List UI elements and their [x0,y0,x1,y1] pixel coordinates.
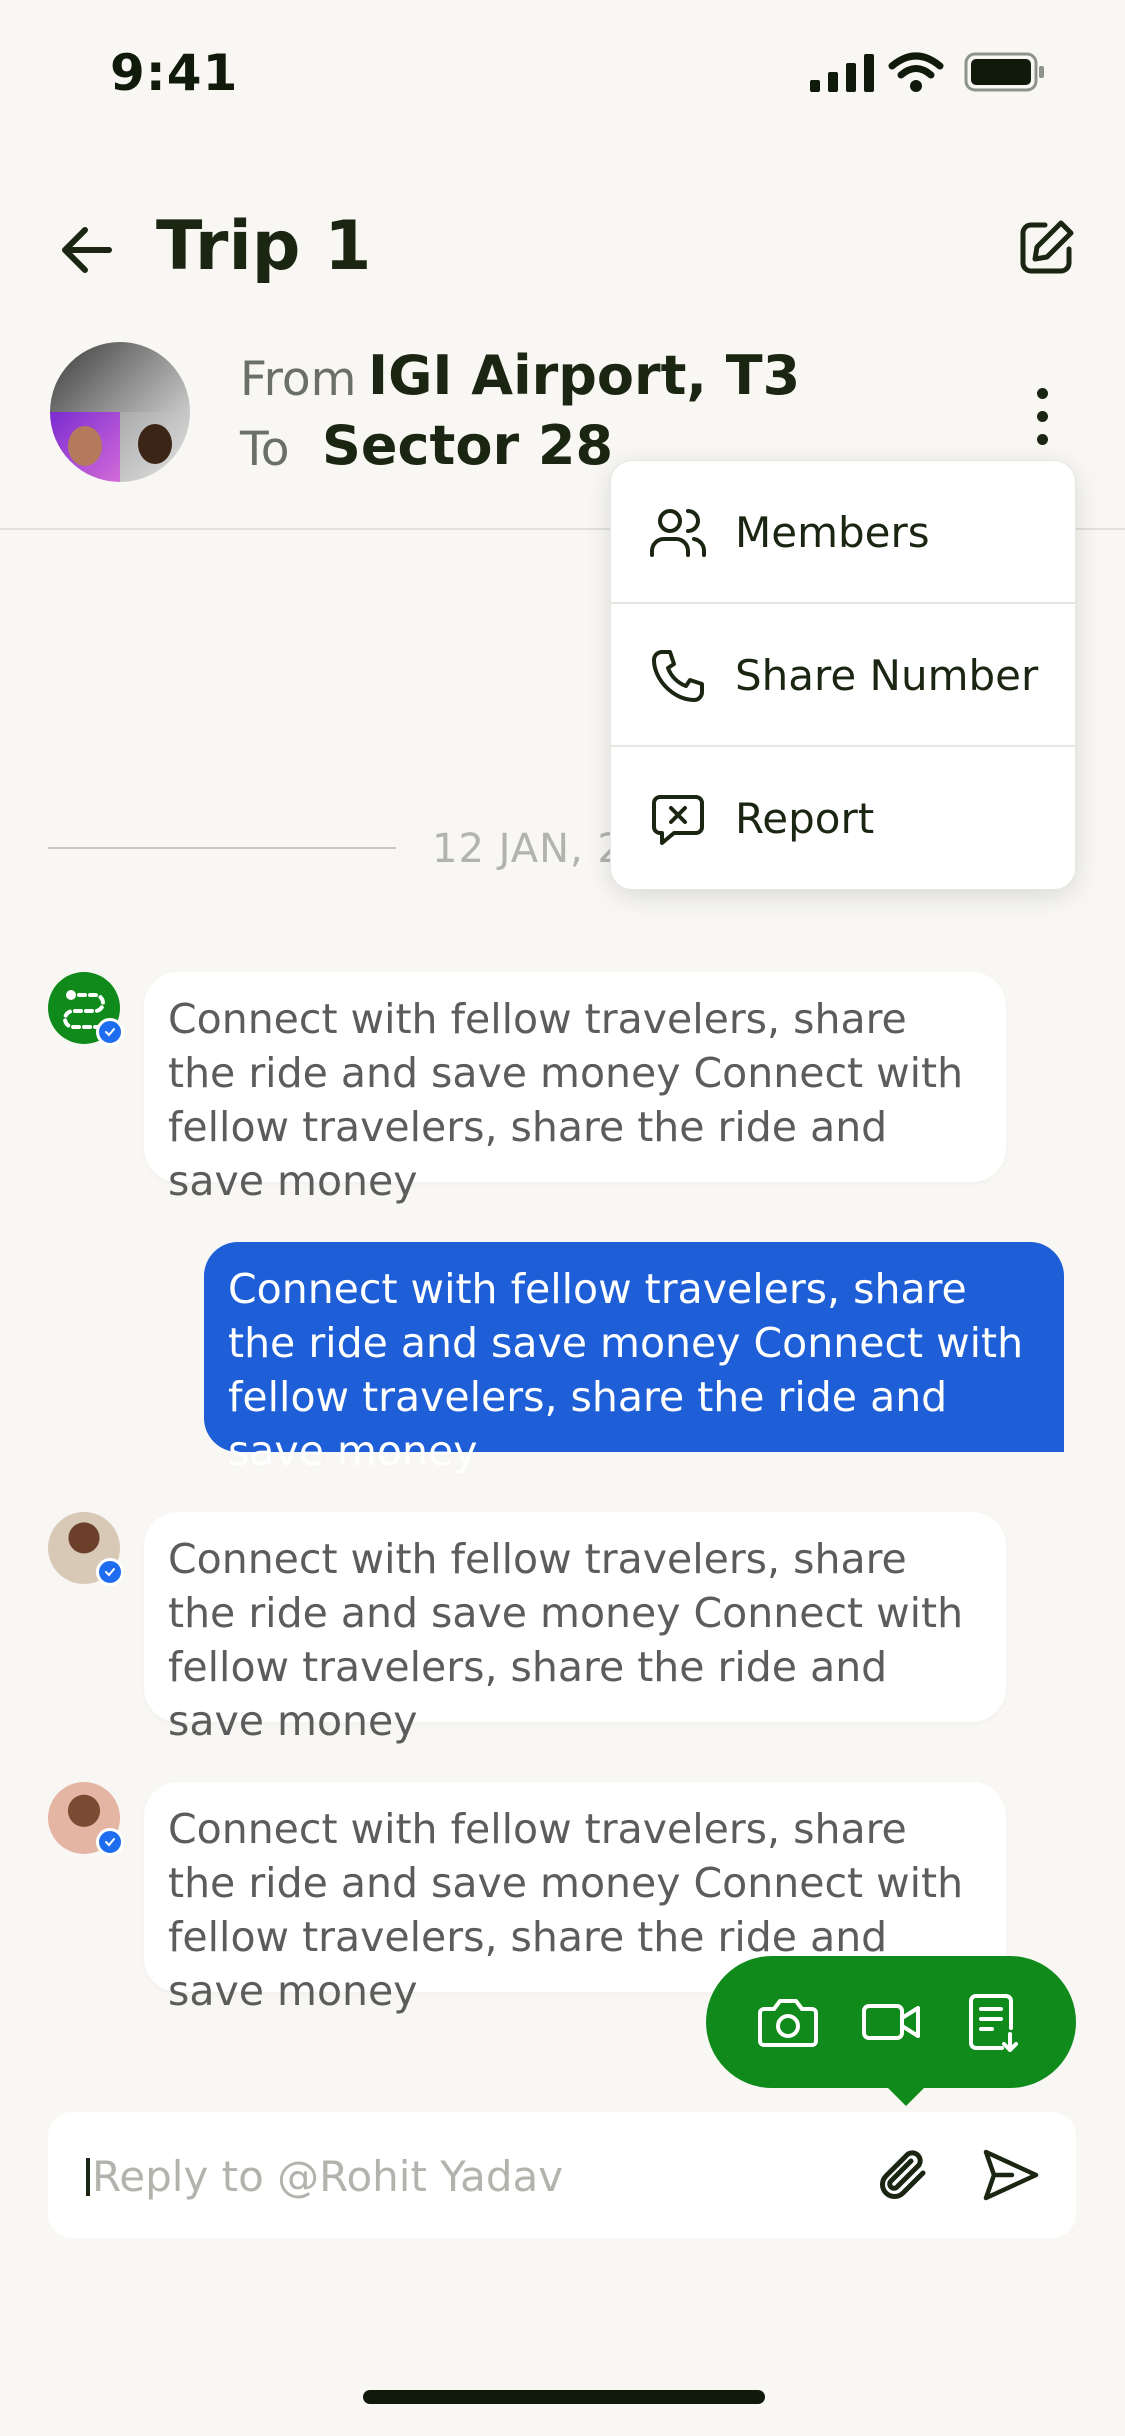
menu-item-members[interactable]: Members [611,461,1075,604]
edit-icon [1020,220,1074,274]
date-separator-line [48,847,396,849]
group-avatar[interactable] [50,342,190,482]
dot [1036,387,1048,399]
options-menu: Members Share Number Report [610,460,1076,890]
menu-item-label: Members [735,508,930,557]
route-to-label: To [240,422,290,477]
verified-badge-icon [96,1558,124,1586]
send-button[interactable] [976,2140,1046,2210]
dot [1036,410,1048,422]
route-from-value: IGI Airport, T3 [368,344,801,407]
arrow-left-icon [62,227,112,273]
menu-item-report[interactable]: Report [611,747,1075,889]
send-icon [983,2149,1039,2201]
report-icon [652,794,704,845]
page-title: Trip 1 [156,207,372,286]
reply-input[interactable] [92,2146,852,2206]
menu-item-label: Report [735,794,875,843]
verified-badge-icon [96,1828,124,1856]
message-bubble-incoming[interactable]: Connect with fellow travelers, share the… [144,972,1006,1205]
phone-icon [652,649,704,702]
member-photo [120,342,190,412]
dot [1036,433,1048,445]
attachment-options [706,1956,1076,2088]
home-indicator [363,2390,765,2404]
document-button[interactable] [959,1987,1029,2057]
menu-item-label: Share Number [735,651,1039,700]
menu-item-share-number[interactable]: Share Number [611,604,1075,747]
text-cursor [86,2158,90,2196]
user-avatar[interactable] [48,1782,124,1856]
date-separator: 12 JAN, 2 [432,826,624,872]
message-bubble-incoming[interactable]: Connect with fellow travelers, share the… [144,1512,1006,1745]
document-icon [969,1994,1019,2052]
signal-icon [810,54,874,92]
video-button[interactable] [856,1987,926,2057]
status-time: 9:41 [110,44,239,102]
edit-button[interactable] [1012,212,1082,282]
user-avatar[interactable] [48,1512,124,1586]
video-icon [861,2004,920,2040]
message-bubble-outgoing[interactable]: Connect with fellow travelers, share the… [204,1242,1064,1475]
more-options-button[interactable] [1022,376,1062,456]
back-button[interactable] [52,215,122,285]
member-photo [120,412,190,482]
member-photo [50,412,120,482]
popup-pointer [886,2086,926,2106]
route-from-label: From [240,352,357,407]
camera-icon [757,1999,818,2047]
wifi-icon [888,52,944,92]
paperclip-icon [880,2150,926,2199]
verified-badge-icon [96,1018,124,1046]
route-to-value: Sector 28 [322,414,614,477]
brand-avatar[interactable] [48,972,124,1046]
users-icon [650,508,707,557]
battery-icon [964,52,1046,92]
attach-button[interactable] [870,2140,940,2210]
member-photo [50,342,120,412]
camera-button[interactable] [753,1987,823,2057]
